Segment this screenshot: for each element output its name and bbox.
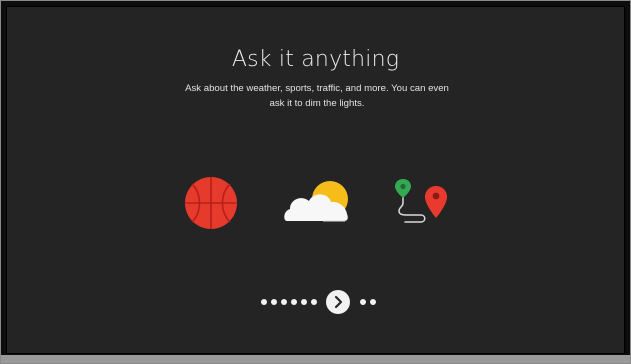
- page-dot[interactable]: [281, 299, 287, 305]
- page-dot[interactable]: [311, 299, 317, 305]
- page-title: Ask it anything: [231, 47, 400, 72]
- display-bezel: Ask it anything Ask about the weather, s…: [0, 0, 631, 364]
- bottom-frame: [1, 355, 630, 363]
- page-dot[interactable]: [271, 299, 277, 305]
- page-dot[interactable]: [360, 299, 366, 305]
- onboarding-screen: Ask it anything Ask about the weather, s…: [6, 6, 625, 354]
- basketball-icon: [185, 177, 237, 229]
- page-dot[interactable]: [261, 299, 267, 305]
- page-dot[interactable]: [370, 299, 376, 305]
- map-route-icon: [395, 179, 447, 223]
- page-dot[interactable]: [291, 299, 297, 305]
- page-subtitle: Ask about the weather, sports, traffic, …: [185, 83, 449, 109]
- page-indicator: [261, 290, 381, 314]
- chevron-right-icon: [334, 295, 343, 309]
- next-button[interactable]: [326, 290, 350, 314]
- page-dot[interactable]: [301, 299, 307, 305]
- weather-sun-cloud-icon: [284, 181, 348, 222]
